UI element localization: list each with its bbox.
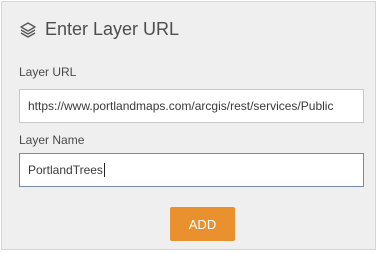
layer-url-value: https://www.portlandmaps.com/arcgis/rest… (28, 99, 334, 113)
layer-name-value: PortlandTrees (28, 163, 103, 177)
text-caret (103, 163, 105, 177)
panel-title: Enter Layer URL (45, 19, 180, 39)
layer-name-input[interactable]: PortlandTrees (19, 153, 364, 187)
layer-url-label: Layer URL (19, 65, 77, 79)
layer-name-label: Layer Name (19, 133, 85, 147)
layer-url-input[interactable]: https://www.portlandmaps.com/arcgis/rest… (19, 89, 364, 123)
add-button[interactable]: ADD (170, 207, 235, 241)
enter-layer-url-panel: Enter Layer URL Layer URL https://www.po… (1, 1, 376, 250)
layers-icon (19, 21, 37, 39)
panel-header: Enter Layer URL (19, 19, 179, 40)
